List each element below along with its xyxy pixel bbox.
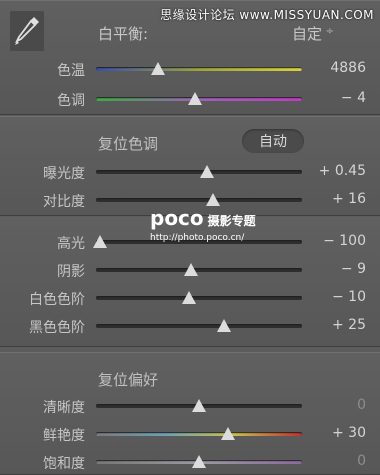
presence-panel: 复位偏好 清晰度 0 鲜艳度 + 30 饱和度 0 bbox=[0, 352, 380, 475]
slider-label: 色调 bbox=[57, 93, 85, 109]
poco-watermark: poco 摄影专题 http://photo.poco.cn/ bbox=[150, 208, 270, 244]
tone-panel: 复位色调 自动 曝光度 + 0.45 对比度 + 16 bbox=[0, 116, 380, 216]
slider-value[interactable]: − 4 bbox=[341, 90, 366, 106]
slider-thumb[interactable] bbox=[93, 235, 108, 248]
slider-row: 鲜艳度 + 30 bbox=[0, 423, 380, 445]
slider-row: 色调 − 4 bbox=[0, 88, 380, 110]
slider-value[interactable]: + 16 bbox=[332, 191, 366, 207]
reset-presence-label[interactable]: 复位偏好 bbox=[98, 369, 158, 390]
slider-value[interactable]: 0 bbox=[357, 453, 366, 469]
slider-label: 饱和度 bbox=[43, 456, 85, 472]
slider-row: 色温 4886 bbox=[0, 58, 380, 80]
auto-tone-button[interactable]: 自动 bbox=[242, 129, 304, 153]
slider-label: 黑色色阶 bbox=[29, 320, 85, 336]
reset-tone-label[interactable]: 复位色调 bbox=[98, 133, 158, 154]
slider-thumb[interactable] bbox=[183, 263, 198, 276]
slider-label: 鲜艳度 bbox=[43, 428, 85, 444]
chevron-down-icon[interactable]: ÷ bbox=[326, 26, 334, 37]
slider-row: 清晰度 0 bbox=[0, 395, 380, 417]
slider-thumb[interactable] bbox=[216, 319, 231, 332]
poco-subtitle: 摄影专题 bbox=[207, 214, 256, 228]
slider-track[interactable] bbox=[96, 324, 302, 328]
slider-track[interactable] bbox=[96, 296, 302, 300]
white-balance-label: 白平衡: bbox=[98, 25, 149, 43]
poco-url: http://photo.poco.cn/ bbox=[150, 233, 245, 243]
slider-value[interactable]: − 9 bbox=[341, 261, 366, 277]
slider-track[interactable] bbox=[96, 268, 302, 272]
white-balance-select[interactable]: 自定 bbox=[292, 23, 322, 44]
slider-thumb[interactable] bbox=[181, 291, 196, 304]
slider-value[interactable]: 4886 bbox=[330, 60, 366, 76]
slider-thumb[interactable] bbox=[206, 193, 221, 206]
slider-track[interactable] bbox=[96, 432, 302, 436]
slider-label: 清晰度 bbox=[43, 400, 85, 416]
slider-value[interactable]: + 25 bbox=[332, 317, 366, 333]
slider-thumb[interactable] bbox=[192, 399, 206, 412]
slider-row: 白色色阶 − 10 bbox=[0, 287, 380, 309]
slider-label: 白色色阶 bbox=[29, 292, 85, 308]
slider-track[interactable] bbox=[96, 170, 302, 174]
slider-label: 阴影 bbox=[57, 264, 85, 280]
eyedropper-icon[interactable] bbox=[10, 11, 44, 51]
slider-thumb[interactable] bbox=[187, 92, 202, 105]
slider-row: 黑色色阶 + 25 bbox=[0, 315, 380, 337]
slider-value[interactable]: − 100 bbox=[323, 233, 366, 249]
slider-value[interactable]: 0 bbox=[357, 397, 366, 413]
slider-label: 高光 bbox=[57, 236, 85, 252]
slider-thumb[interactable] bbox=[200, 165, 215, 178]
slider-thumb[interactable] bbox=[220, 427, 235, 440]
slider-row: 阴影 − 9 bbox=[0, 259, 380, 281]
slider-value[interactable]: + 0.45 bbox=[319, 163, 366, 179]
poco-logo: poco bbox=[150, 206, 204, 230]
slider-thumb[interactable] bbox=[192, 455, 206, 468]
slider-label: 色温 bbox=[57, 63, 85, 79]
slider-label: 对比度 bbox=[43, 194, 85, 210]
slider-track[interactable] bbox=[96, 198, 302, 202]
site-watermark: 思缘设计论坛 www.MISSYUAN.COM bbox=[160, 8, 374, 22]
slider-row: 曝光度 + 0.45 bbox=[0, 161, 380, 183]
slider-value[interactable]: + 30 bbox=[332, 425, 366, 441]
slider-row: 饱和度 0 bbox=[0, 451, 380, 473]
slider-label: 曝光度 bbox=[43, 166, 85, 182]
slider-value[interactable]: − 10 bbox=[332, 289, 366, 305]
slider-track[interactable] bbox=[96, 67, 302, 71]
slider-thumb[interactable] bbox=[150, 62, 165, 75]
